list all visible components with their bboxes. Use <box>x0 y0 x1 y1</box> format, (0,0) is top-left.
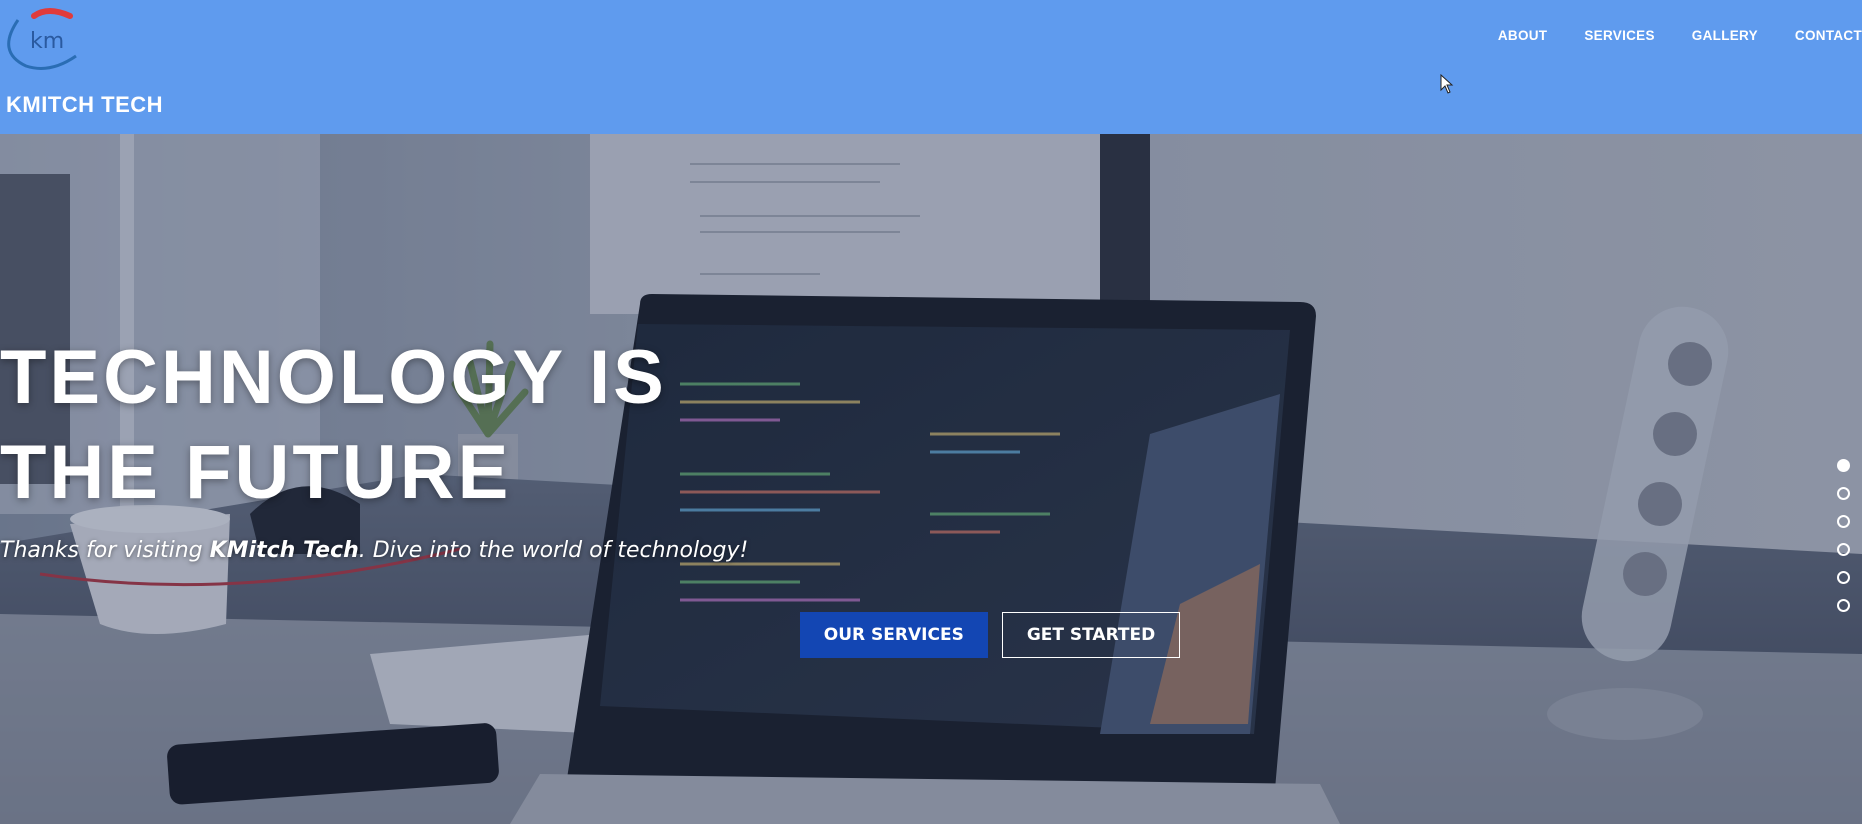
hero-section: TECHNOLOGY IS THE FUTURE Thanks for visi… <box>0 134 1862 824</box>
nav-about[interactable]: ABOUT <box>1498 28 1548 43</box>
nav-contact[interactable]: CONTACT <box>1795 28 1862 43</box>
slider-dots <box>1837 459 1850 627</box>
hero-subtitle: Thanks for visiting KMitch Tech. Dive in… <box>0 538 1862 563</box>
svg-text:km: km <box>30 29 64 54</box>
site-header: km KMITCH TECH ABOUT SERVICES GALLERY CO… <box>0 0 1862 134</box>
hero-buttons: OUR SERVICES GET STARTED <box>0 612 1862 658</box>
nav-services[interactable]: SERVICES <box>1584 28 1654 43</box>
slider-dot-4[interactable] <box>1837 543 1850 556</box>
slider-dot-1[interactable] <box>1837 459 1850 472</box>
nav-gallery[interactable]: GALLERY <box>1692 28 1758 43</box>
slider-dot-2[interactable] <box>1837 487 1850 500</box>
hero-title: TECHNOLOGY IS THE FUTURE <box>0 330 1862 520</box>
mouse-pointer-icon <box>1440 74 1454 94</box>
slider-dot-6[interactable] <box>1837 599 1850 612</box>
hero-title-line-2: THE FUTURE <box>0 430 512 515</box>
slider-dot-3[interactable] <box>1837 515 1850 528</box>
subtitle-text-after: . Dive into the world of technology! <box>358 538 749 563</box>
km-logo-icon[interactable]: km <box>4 4 80 72</box>
site-brand[interactable]: KMITCH TECH <box>6 92 163 118</box>
slider-dot-5[interactable] <box>1837 571 1850 584</box>
main-nav: ABOUT SERVICES GALLERY CONTACT <box>1461 28 1862 43</box>
our-services-button[interactable]: OUR SERVICES <box>799 612 988 658</box>
hero-title-line-1: TECHNOLOGY IS <box>0 335 667 420</box>
subtitle-brand: KMitch Tech <box>209 538 359 563</box>
subtitle-text-before: Thanks for visiting <box>0 538 210 563</box>
get-started-button[interactable]: GET STARTED <box>1001 612 1181 658</box>
